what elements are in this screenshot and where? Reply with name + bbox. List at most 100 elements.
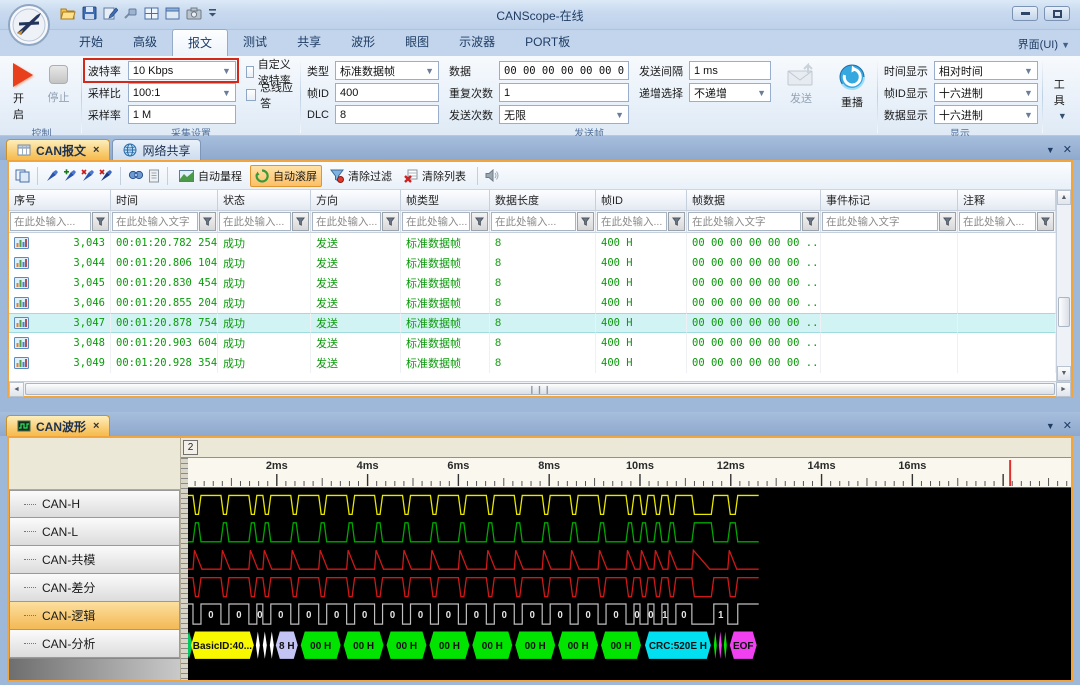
column-header[interactable]: 帧数据 — [687, 190, 821, 211]
column-header[interactable]: 序号 — [9, 190, 111, 211]
column-header[interactable]: 事件标记 — [821, 190, 958, 211]
filter-funnel-button[interactable] — [92, 212, 109, 231]
time-display-select[interactable]: 相对时间▼ — [934, 61, 1038, 80]
scroll-up-icon[interactable]: ▲ — [1057, 190, 1071, 205]
ribbon-tab-示波器[interactable]: 示波器 — [444, 29, 510, 56]
frame-type-select[interactable]: 标准数据帧▼ — [335, 61, 439, 80]
ribbon-tab-共享[interactable]: 共享 — [282, 29, 336, 56]
ribbon-tab-高级[interactable]: 高级 — [118, 29, 172, 56]
ribbon-tab-PORT板[interactable]: PORT板 — [510, 29, 585, 56]
channel-button-CAN-逻辑[interactable]: CAN-逻辑 — [9, 602, 180, 630]
channel-button-CAN-差分[interactable]: CAN-差分 — [9, 574, 180, 602]
panel-splitter[interactable] — [0, 398, 1080, 412]
filter-funnel-button[interactable] — [199, 212, 216, 231]
table-row[interactable]: 3,04700:01:20.878 754成功发送标准数据帧8400 H00 0… — [9, 313, 1056, 333]
filter-funnel-button[interactable] — [577, 212, 594, 231]
tab-list-icon[interactable]: ▼ — [1046, 421, 1055, 431]
scroll-thumb[interactable]: ❙❙❙ — [25, 383, 1055, 395]
ui-menu-button[interactable]: 界面(UI) ▼ — [1018, 36, 1070, 52]
column-header[interactable]: 注释 — [958, 190, 1056, 211]
tab-network-share[interactable]: 网络共享 — [112, 139, 201, 160]
filter-input[interactable]: 在此处输入... — [959, 212, 1036, 231]
tab-can-messages[interactable]: CAN报文 × — [6, 139, 110, 160]
sample-ratio-select[interactable]: 100:1▼ — [128, 83, 236, 102]
filter-input[interactable]: 在此处输入文字 — [112, 212, 198, 231]
table-row[interactable]: 3,04400:01:20.806 104成功发送标准数据帧8400 H00 0… — [9, 253, 1056, 273]
channel-button-CAN-L[interactable]: CAN-L — [9, 518, 180, 546]
auto-range-button[interactable]: 自动量程 — [175, 166, 246, 186]
filter-input[interactable]: 在此处输入... — [597, 212, 667, 231]
report-icon[interactable] — [148, 169, 160, 183]
clear-list-button[interactable]: 清除列表 — [400, 166, 470, 186]
start-button[interactable]: 开启 — [6, 61, 40, 124]
bus-ack-checkbox[interactable]: 总线应答 — [246, 85, 296, 104]
search-icon[interactable] — [128, 169, 144, 182]
column-header[interactable]: 帧类型 — [401, 190, 490, 211]
channel-button-CAN-H[interactable]: CAN-H — [9, 490, 180, 518]
data-field[interactable]: 00 00 00 00 00 00 00 00 — [499, 61, 629, 80]
ribbon-tab-测试[interactable]: 测试 — [228, 29, 282, 56]
filter-input[interactable]: 在此处输入... — [312, 212, 381, 231]
column-header[interactable]: 方向 — [311, 190, 401, 211]
scroll-down-icon[interactable]: ▼ — [1057, 366, 1071, 381]
tab-can-waveform[interactable]: CAN波形 × — [6, 415, 110, 436]
mark-next-pin-icon[interactable] — [99, 169, 113, 183]
close-tab-icon[interactable]: × — [93, 144, 99, 156]
mark-add-pin-icon[interactable] — [63, 169, 77, 183]
filter-funnel-button[interactable] — [939, 212, 956, 231]
filter-input[interactable]: 在此处输入... — [10, 212, 91, 231]
copy-icon[interactable] — [15, 169, 30, 183]
mark-prev-pin-icon[interactable] — [81, 169, 95, 183]
channel-button-CAN-共模[interactable]: CAN-共模 — [9, 546, 180, 574]
send-count-select[interactable]: 无限▼ — [499, 105, 629, 124]
ribbon-tab-开始[interactable]: 开始 — [64, 29, 118, 56]
send-interval-field[interactable]: 1 ms — [689, 61, 771, 80]
column-header[interactable]: 数据长度 — [490, 190, 596, 211]
table-row[interactable]: 3,04600:01:20.855 204成功发送标准数据帧8400 H00 0… — [9, 293, 1056, 313]
app-logo-icon[interactable] — [7, 3, 51, 47]
channel-button-CAN-分析[interactable]: CAN-分析 — [9, 630, 180, 658]
filter-funnel-button[interactable] — [802, 212, 819, 231]
column-header[interactable]: 帧ID — [596, 190, 687, 211]
filter-funnel-button[interactable] — [668, 212, 685, 231]
filter-input[interactable]: 在此处输入文字 — [688, 212, 801, 231]
dlc-field[interactable]: 8 — [335, 105, 439, 124]
table-row[interactable]: 3,04900:01:20.928 354成功发送标准数据帧8400 H00 0… — [9, 353, 1056, 373]
table-row[interactable]: 3,04800:01:20.903 604成功发送标准数据帧8400 H00 0… — [9, 333, 1056, 353]
baudrate-select[interactable]: 10 Kbps▼ — [128, 61, 236, 80]
sample-rate-field[interactable]: 1 M — [128, 105, 236, 124]
data-display-select[interactable]: 十六进制▼ — [934, 105, 1038, 124]
close-tab-icon[interactable]: × — [93, 420, 99, 432]
zoom-level-indicator[interactable]: 2 — [183, 440, 198, 455]
tab-list-icon[interactable]: ▼ — [1046, 145, 1055, 155]
ribbon-tab-眼图[interactable]: 眼图 — [390, 29, 444, 56]
waveform-display[interactable]: 000000000000000000101BasicID:40...8 H00 … — [188, 488, 1071, 680]
repeat-count-field[interactable]: 1 — [499, 83, 629, 102]
filter-funnel-button[interactable] — [471, 212, 488, 231]
frame-id-field[interactable]: 400 — [335, 83, 439, 102]
filter-input[interactable]: 在此处输入... — [402, 212, 470, 231]
table-row[interactable]: 3,04500:01:20.830 454成功发送标准数据帧8400 H00 0… — [9, 273, 1056, 293]
filter-input[interactable]: 在此处输入... — [219, 212, 291, 231]
minimize-button[interactable] — [1012, 6, 1038, 21]
scroll-left-icon[interactable]: ◄ — [9, 382, 24, 397]
id-display-select[interactable]: 十六进制▼ — [934, 83, 1038, 102]
close-panel-icon[interactable]: ✕ — [1063, 143, 1072, 156]
horizontal-scrollbar[interactable]: ◄ ❙❙❙ ► — [9, 381, 1071, 396]
filter-funnel-button[interactable] — [292, 212, 309, 231]
table-row[interactable]: 3,04300:01:20.782 254成功发送标准数据帧8400 H00 0… — [9, 233, 1056, 253]
stop-button[interactable]: 停止 — [40, 61, 77, 107]
speaker-icon[interactable] — [485, 169, 499, 182]
auto-scroll-button[interactable]: 自动滚屏 — [250, 165, 322, 187]
filter-funnel-button[interactable] — [382, 212, 399, 231]
filter-input[interactable]: 在此处输入文字 — [822, 212, 938, 231]
column-header[interactable]: 状态 — [218, 190, 311, 211]
maximize-button[interactable] — [1044, 6, 1070, 21]
ribbon-tab-波形[interactable]: 波形 — [336, 29, 390, 56]
send-button[interactable]: 发送 — [779, 61, 823, 108]
filter-input[interactable]: 在此处输入... — [491, 212, 576, 231]
increment-select[interactable]: 不递增▼ — [689, 83, 771, 102]
vertical-scrollbar[interactable]: ▲ ▼ — [1056, 190, 1071, 381]
filter-funnel-button[interactable] — [1037, 212, 1054, 231]
clear-filter-button[interactable]: 清除过滤 — [326, 166, 396, 186]
